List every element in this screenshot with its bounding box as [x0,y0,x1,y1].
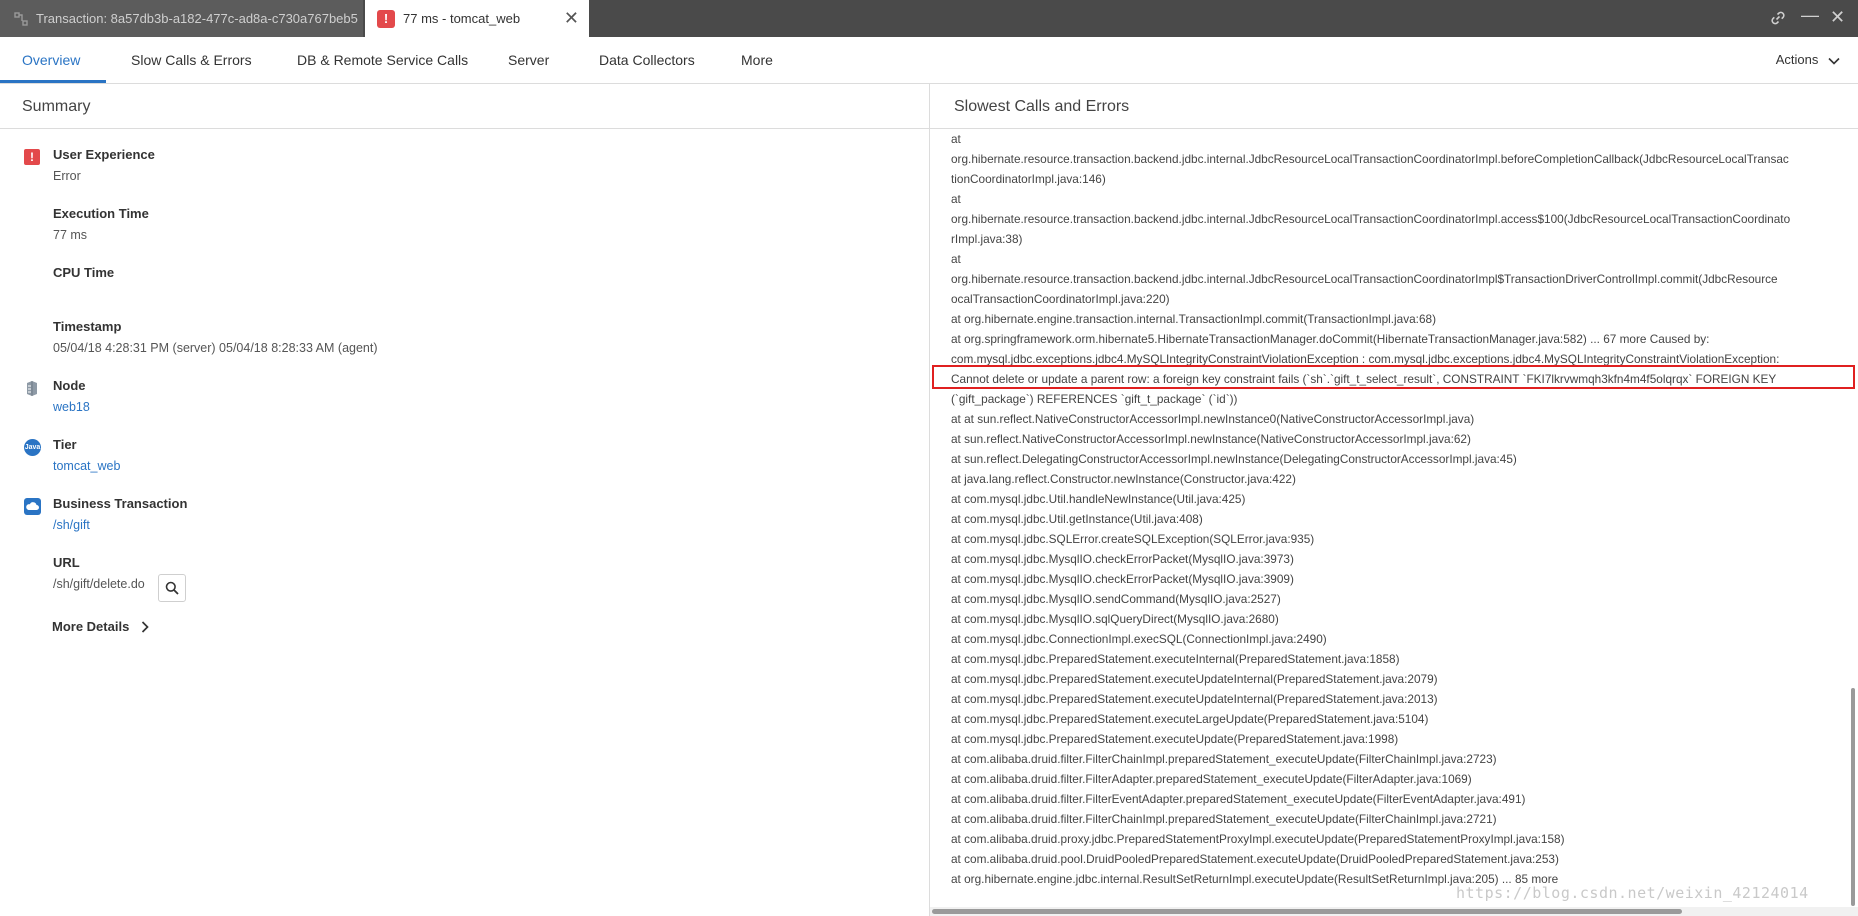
execution-time-label: Execution Time [53,206,149,221]
tab-transaction[interactable]: Transaction: 8a57db3b-a182-477c-ad8a-c73… [0,0,363,37]
trace-line: at [951,252,961,266]
java-tier-icon: Java [24,439,41,456]
actions-label: Actions [1775,52,1819,67]
vertical-scrollbar[interactable] [1851,688,1855,906]
stack-trace: at org.hibernate.resource.transaction.bac… [951,129,1843,907]
trace-line: at com.alibaba.druid.filter.FilterAdapte… [951,772,1472,786]
main-nav: Overview Slow Calls & Errors DB & Remote… [0,37,1858,84]
trace-line: at com.mysql.jdbc.PreparedStatement.exec… [951,732,1399,746]
trace-line: at com.mysql.jdbc.PreparedStatement.exec… [951,672,1438,686]
tab-data-collectors[interactable]: Data Collectors [599,37,695,83]
trace-line: at [951,192,961,206]
search-icon [165,581,179,595]
close-icon[interactable]: ✕ [564,8,579,29]
url-label: URL [53,555,80,570]
error-icon: ! [24,149,41,166]
watermark: https://blog.csdn.net/weixin_42124014 [1456,884,1809,902]
url-value: /sh/gift/delete.do [53,577,145,591]
trace-line: org.hibernate.resource.transaction.backe… [951,212,1791,226]
transaction-flow-icon [14,11,28,26]
execution-time-value: 77 ms [53,228,88,242]
trace-line: at com.mysql.jdbc.ConnectionImpl.execSQL… [951,632,1327,646]
tab-slow-calls-errors[interactable]: Slow Calls & Errors [131,37,252,83]
business-transaction-label: Business Transaction [53,496,188,511]
trace-line: at com.mysql.jdbc.PreparedStatement.exec… [951,692,1438,706]
trace-line: at com.mysql.jdbc.SQLError.createSQLExce… [951,532,1315,546]
trace-line: rImpl.java:38) [951,232,1023,246]
trace-line: at com.mysql.jdbc.PreparedStatement.exec… [951,712,1429,726]
chevron-down-icon [1828,57,1840,65]
tab-error-label: 77 ms - tomcat_web [403,11,521,26]
trace-line: at com.mysql.jdbc.MysqlIO.sqlQueryDirect… [951,612,1279,626]
tab-server[interactable]: Server [508,37,549,83]
cloud-icon [24,498,41,515]
trace-line: com.mysql.jdbc.exceptions.jdbc4.MySQLInt… [951,352,1780,366]
timestamp-value: 05/04/18 4:28:31 PM (server) 05/04/18 8:… [53,341,378,355]
trace-line: at com.alibaba.druid.filter.FilterChainI… [951,812,1497,826]
node-label: Node [53,378,86,393]
url-search-button[interactable] [158,574,186,602]
tier-link[interactable]: tomcat_web [53,459,120,473]
chevron-right-icon [142,620,150,633]
user-experience-label: User Experience [53,147,155,162]
trace-line: at com.mysql.jdbc.MysqlIO.checkErrorPack… [951,572,1294,586]
minimize-icon[interactable]: — [1801,5,1819,26]
trace-line: at com.alibaba.druid.pool.DruidPooledPre… [951,852,1559,866]
tab-transaction-label: Transaction: 8a57db3b-a182-477c-ad8a-c73… [36,11,358,26]
horizontal-scrollbar[interactable] [932,909,1682,914]
trace-line: at com.mysql.jdbc.MysqlIO.checkErrorPack… [951,552,1294,566]
active-tab-indicator [0,80,106,83]
trace-line: at org.hibernate.engine.transaction.inte… [951,312,1436,326]
user-experience-value: Error [53,169,81,183]
tier-label: Tier [53,437,77,452]
trace-line: at java.lang.reflect.Constructor.newInst… [951,472,1296,486]
tab-db-remote-calls[interactable]: DB & Remote Service Calls [297,37,468,83]
tab-overview[interactable]: Overview [22,37,80,83]
trace-line: org.hibernate.resource.transaction.backe… [951,272,1778,286]
actions-menu[interactable]: Actions [1776,37,1840,83]
trace-line: at at sun.reflect.NativeConstructorAcces… [951,412,1475,426]
window-tab-bar: Transaction: 8a57db3b-a182-477c-ad8a-c73… [0,0,1858,37]
tab-error-detail[interactable]: ! 77 ms - tomcat_web ✕ [365,0,589,37]
tab-more[interactable]: More [741,37,773,83]
trace-line: at [951,132,961,146]
summary-title: Summary [0,84,929,129]
trace-line: at com.mysql.jdbc.MysqlIO.sendCommand(My… [951,592,1281,606]
trace-line: at org.springframework.orm.hibernate5.Hi… [951,332,1710,346]
trace-line: ocalTransactionCoordinatorImpl.java:220) [951,292,1170,306]
trace-line: at sun.reflect.NativeConstructorAccessor… [951,432,1471,446]
trace-line: Cannot delete or update a parent row: a … [951,372,1777,386]
window-close-icon[interactable]: ✕ [1830,7,1845,28]
node-link[interactable]: web18 [53,400,90,414]
trace-line: at com.mysql.jdbc.PreparedStatement.exec… [951,652,1400,666]
trace-line: at com.alibaba.druid.filter.FilterEventA… [951,792,1526,806]
server-node-icon [24,380,41,397]
more-details-label: More Details [52,619,130,634]
slowest-calls-title: Slowest Calls and Errors [930,84,1858,129]
trace-line: at com.alibaba.druid.filter.FilterChainI… [951,752,1497,766]
business-transaction-link[interactable]: /sh/gift [53,518,90,532]
link-icon[interactable] [1769,9,1787,32]
error-alert-icon: ! [377,9,395,28]
trace-line: tionCoordinatorImpl.java:146) [951,172,1106,186]
panel-divider [929,84,930,916]
timestamp-label: Timestamp [53,319,122,334]
trace-line: at sun.reflect.DelegatingConstructorAcce… [951,452,1517,466]
trace-line: at com.alibaba.druid.proxy.jdbc.Prepared… [951,832,1565,846]
trace-line: at com.mysql.jdbc.Util.handleNewInstance… [951,492,1246,506]
trace-line: at com.mysql.jdbc.Util.getInstance(Util.… [951,512,1203,526]
cpu-time-label: CPU Time [53,265,115,280]
trace-line: org.hibernate.resource.transaction.backe… [951,152,1789,166]
more-details-link[interactable]: More Details [52,619,150,634]
trace-line: (`gift_package`) REFERENCES `gift_t_pack… [951,392,1238,406]
